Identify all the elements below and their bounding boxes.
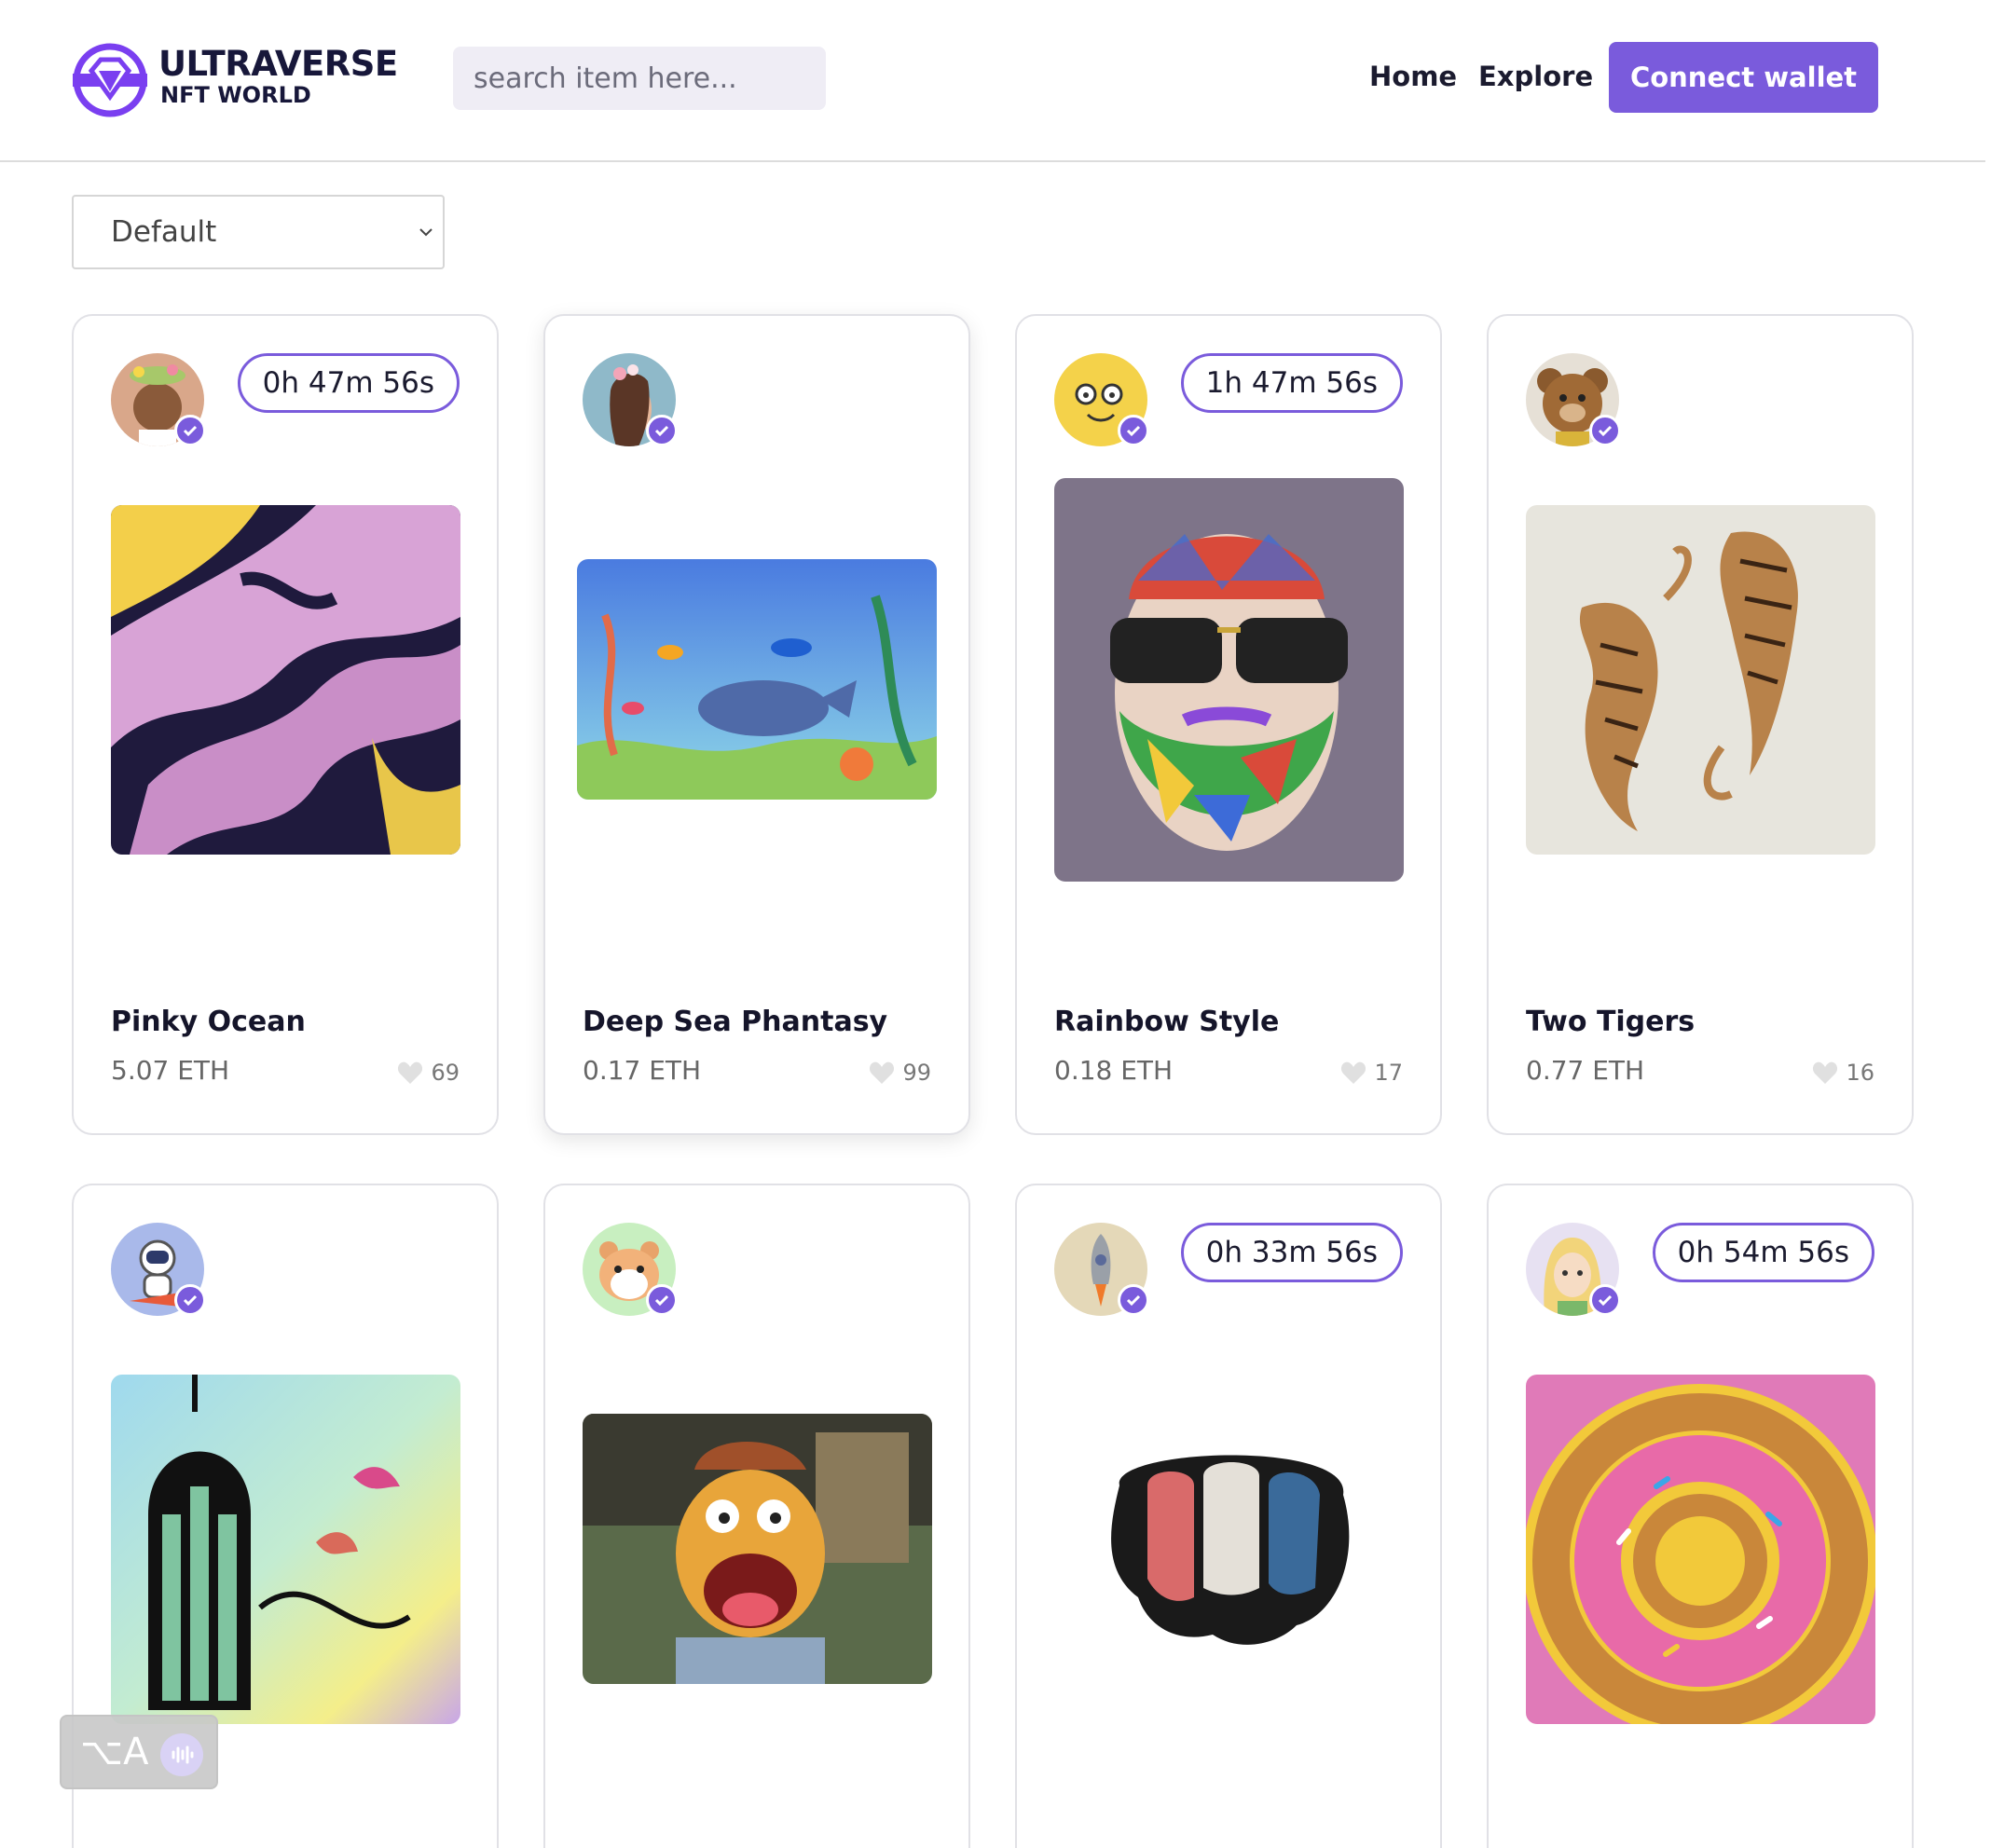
nft-price: 0.17 ETH	[583, 1055, 702, 1086]
like-button[interactable]: 16	[1812, 1056, 1874, 1089]
two-tigers-art[interactable]	[1526, 505, 1875, 855]
heart-icon	[398, 1061, 423, 1084]
nft-title[interactable]: Two Tigers	[1526, 1004, 1695, 1041]
verified-badge-icon	[1589, 415, 1621, 446]
nft-card[interactable]: 0h 54m 56s	[1487, 1184, 1914, 1848]
sort-selected-value: Default	[111, 215, 217, 249]
pink-marble-art[interactable]	[111, 505, 460, 855]
floating-shortcut-widget[interactable]: ⌥A	[60, 1715, 218, 1789]
logo-title: ULTRAVERSE	[158, 44, 398, 84]
nft-title[interactable]: Pinky Ocean	[111, 1004, 306, 1041]
nft-card[interactable]: Two Tigers 0.77 ETH 16	[1487, 314, 1914, 1135]
heart-icon	[870, 1061, 895, 1084]
verified-badge-icon	[1589, 1284, 1621, 1316]
like-button[interactable]: 17	[1340, 1056, 1403, 1089]
like-button[interactable]: 69	[397, 1056, 460, 1089]
site-header: ULTRAVERSE NFT WORLD Home Explore Connec…	[0, 0, 1985, 162]
nft-price: 5.07 ETH	[111, 1055, 230, 1086]
search-input[interactable]	[453, 47, 826, 110]
nft-card[interactable]: 1h 47m 56s Rainbow Style 0.18 ETH 17	[1015, 314, 1442, 1135]
truth-birdcage-art[interactable]	[111, 1375, 460, 1724]
verified-badge-icon	[174, 415, 206, 446]
mosaic-beard-portrait-art[interactable]	[1054, 478, 1404, 882]
heart-icon	[1813, 1061, 1838, 1084]
nft-price: 0.77 ETH	[1526, 1055, 1645, 1086]
nft-card[interactable]: Deep Sea Phantasy 0.17 ETH 99	[543, 314, 970, 1135]
like-count: 16	[1846, 1060, 1874, 1086]
verified-badge-icon	[1118, 415, 1149, 446]
countdown-timer: 0h 33m 56s	[1180, 1223, 1403, 1282]
verified-badge-icon	[646, 415, 678, 446]
shortcut-label: ⌥A	[80, 1731, 149, 1773]
nav-home-link[interactable]: Home	[1369, 58, 1457, 95]
verified-badge-icon	[1118, 1284, 1149, 1316]
nft-card[interactable]	[543, 1184, 970, 1848]
nft-card[interactable]: 0h 33m 56s	[1015, 1184, 1442, 1848]
nav-explore-link[interactable]: Explore	[1478, 58, 1593, 95]
underwater-scene-art[interactable]	[577, 559, 937, 800]
chevron-down-icon	[419, 228, 433, 237]
like-count: 17	[1374, 1060, 1403, 1086]
logo-subtitle: NFT WORLD	[160, 82, 311, 108]
sort-select[interactable]: Default	[72, 195, 445, 269]
nft-title[interactable]: Rainbow Style	[1054, 1004, 1279, 1041]
nft-card[interactable]: 0h 47m 56s Pinky Ocean 5.07 ETH 69	[72, 314, 499, 1135]
muppet-scream-art[interactable]	[583, 1414, 932, 1684]
audio-wave-icon	[160, 1733, 203, 1776]
verified-badge-icon	[174, 1284, 206, 1316]
heart-icon	[1341, 1061, 1366, 1084]
countdown-timer: 0h 47m 56s	[237, 353, 460, 413]
connect-wallet-button[interactable]: Connect wallet	[1609, 42, 1878, 113]
verified-badge-icon	[646, 1284, 678, 1316]
nft-price: 0.18 ETH	[1054, 1055, 1174, 1086]
countdown-timer: 1h 47m 56s	[1180, 353, 1403, 413]
donut-swirl-art[interactable]	[1526, 1375, 1875, 1724]
like-button[interactable]: 99	[869, 1056, 931, 1089]
logo[interactable]: ULTRAVERSE NFT WORLD	[71, 41, 406, 121]
melting-brain-art[interactable]	[1054, 1430, 1404, 1653]
like-count: 99	[902, 1060, 931, 1086]
countdown-timer: 0h 54m 56s	[1652, 1223, 1874, 1282]
like-count: 69	[431, 1060, 460, 1086]
nft-title[interactable]: Deep Sea Phantasy	[583, 1004, 887, 1041]
diamond-logo-icon	[73, 43, 147, 117]
